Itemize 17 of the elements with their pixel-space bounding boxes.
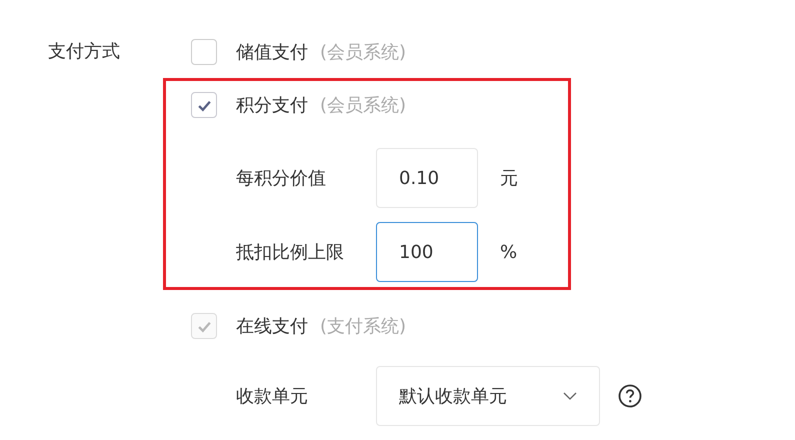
checkbox[interactable] <box>191 39 217 65</box>
option-label: 储值支付 <box>236 41 308 64</box>
option-label: 积分支付 <box>236 94 308 117</box>
input-field[interactable]: 0.10 <box>376 148 478 208</box>
unit-label: 元 <box>500 167 518 190</box>
field-label: 支付方式 <box>48 41 121 63</box>
setting-label: 收款单元 <box>236 385 309 408</box>
checkbox[interactable] <box>191 92 217 118</box>
chevron-down-icon <box>563 392 577 400</box>
setting-label: 每积分价值 <box>236 167 327 190</box>
input-field[interactable]: 100 <box>376 222 478 282</box>
option-note: (会员系统) <box>320 94 406 117</box>
option-label: 在线支付 <box>236 315 308 338</box>
setting-label: 抵扣比例上限 <box>236 241 345 264</box>
option-note: (会员系统) <box>320 41 406 64</box>
option-note: (支付系统) <box>320 315 406 338</box>
unit-label: % <box>500 242 518 262</box>
